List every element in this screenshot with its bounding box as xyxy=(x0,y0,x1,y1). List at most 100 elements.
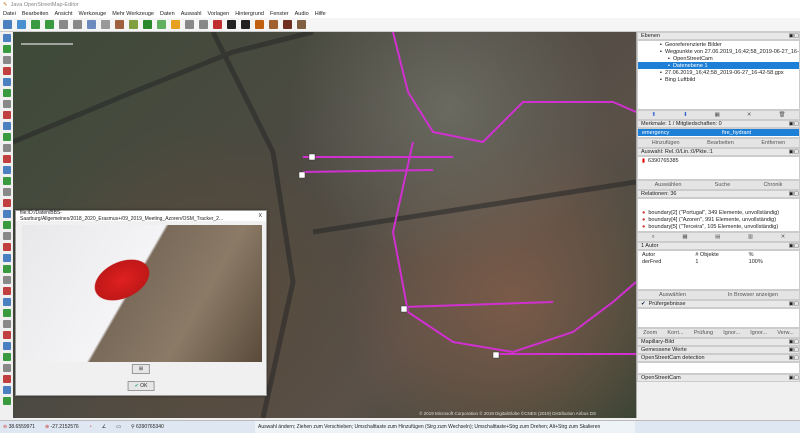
zoom-toggle-button[interactable]: ⊞ xyxy=(131,364,151,374)
menu-item[interactable]: Datei xyxy=(3,11,16,17)
relation-item[interactable]: ● boundary[4] ("Azoren", 991 Elemente, un… xyxy=(638,216,799,223)
toolbar-button-icon[interactable] xyxy=(73,20,82,29)
panel-button[interactable]: Bearbeiten xyxy=(707,140,734,146)
close-icon[interactable]: X xyxy=(259,213,262,219)
toolbar-button-icon[interactable] xyxy=(3,20,12,29)
menu-item[interactable]: Bearbeiten xyxy=(22,11,49,17)
panel-button[interactable]: Auswählen xyxy=(655,182,682,188)
move-down-icon[interactable]: ⬇ xyxy=(683,112,688,118)
tool-icon[interactable] xyxy=(2,177,11,185)
panel-button[interactable]: Korri... xyxy=(667,330,683,336)
imagery-attribution[interactable]: © 2019 Microsoft Corporation © 2019 Digi… xyxy=(419,411,596,416)
menu-item[interactable]: Vorlagen xyxy=(207,11,229,17)
toolbar-button-icon[interactable] xyxy=(241,20,250,29)
collapsed-panel-header[interactable]: OpenStreetCam ▣▢ xyxy=(637,374,800,382)
tags-panel-header[interactable]: Merkmale: 1 / Mitgliedschaften: 0 ▣▢ xyxy=(637,120,800,128)
collapsed-panel-header[interactable]: Mapillary-Bild ▣▢ xyxy=(637,338,800,346)
toolbar-button-icon[interactable] xyxy=(255,20,264,29)
merge-icon[interactable]: ▦ xyxy=(715,112,720,118)
menu-item[interactable]: Ansicht xyxy=(54,11,72,17)
tool-icon[interactable] xyxy=(2,56,11,64)
panel-button[interactable]: Suche xyxy=(715,182,731,188)
validator-panel-header[interactable]: ✔ Prüfergebnisse ▣▢ xyxy=(637,300,800,308)
tool-icon[interactable] xyxy=(2,397,11,405)
photo-marker[interactable] xyxy=(298,171,306,179)
toolbar-button-icon[interactable] xyxy=(129,20,138,29)
tool-icon[interactable] xyxy=(2,166,11,174)
tool-icon[interactable] xyxy=(2,353,11,361)
layers-panel-header[interactable]: Ebenen ▣▢ xyxy=(637,32,800,40)
photo-marker[interactable] xyxy=(400,305,408,313)
tool-icon[interactable] xyxy=(2,133,11,141)
panel-button[interactable]: Chronik xyxy=(763,182,782,188)
tool-icon[interactable] xyxy=(2,78,11,86)
tag-row[interactable]: emergency fire_hydrant xyxy=(638,129,799,136)
relation-item[interactable]: ● boundary[5] ("Terceira", 105 Elemente, … xyxy=(638,223,799,230)
panel-button[interactable]: Entfernen xyxy=(761,140,785,146)
toolbar-button-icon[interactable] xyxy=(185,20,194,29)
layer-item[interactable]: ▪ OpenStreetCam xyxy=(638,55,799,62)
tool-icon[interactable] xyxy=(2,375,11,383)
authors-panel-header[interactable]: 1 Autor ▣▢ xyxy=(637,242,800,250)
toolbar-button-icon[interactable] xyxy=(227,20,236,29)
panel-button[interactable]: Auswählen xyxy=(659,292,686,298)
visibility-icon[interactable]: ✕ xyxy=(747,112,752,118)
menu-item[interactable]: Werkzeuge xyxy=(79,11,107,17)
tool-icon[interactable] xyxy=(2,221,11,229)
toolbar-button-icon[interactable] xyxy=(283,20,292,29)
move-up-icon[interactable]: ⬆ xyxy=(651,112,656,118)
tool-icon[interactable] xyxy=(2,386,11,394)
selection-panel-header[interactable]: Auswahl: Rel.:0/Lin.:0/Pkte.:1 ▣▢ xyxy=(637,148,800,156)
tool-icon[interactable] xyxy=(2,188,11,196)
menu-item[interactable]: Daten xyxy=(160,11,175,17)
panel-controls[interactable]: ▣▢ xyxy=(789,375,799,381)
tool-icon[interactable] xyxy=(2,111,11,119)
toolbar-button-icon[interactable] xyxy=(171,20,180,29)
relation-item[interactable]: ● boundary[2] ("Portugal", 349 Elemente, … xyxy=(638,209,799,216)
toolbar-button-icon[interactable] xyxy=(213,20,222,29)
tool-icon[interactable] xyxy=(2,67,11,75)
menu-item[interactable]: Auswahl xyxy=(181,11,202,17)
tool-icon[interactable] xyxy=(2,342,11,350)
photo-marker[interactable] xyxy=(308,153,316,161)
toolbar-button-icon[interactable] xyxy=(297,20,306,29)
layer-item[interactable]: ▪ Wegpunkte von 27.06.2019_16;42;58_2019-… xyxy=(638,48,799,55)
layer-item[interactable]: ▪ Georeferenzierte Bilder xyxy=(638,41,799,48)
panel-button[interactable]: Ignor... xyxy=(750,330,767,336)
panel-button[interactable]: Prüfung xyxy=(694,330,713,336)
photo-marker[interactable] xyxy=(492,351,500,359)
menu-item[interactable]: Audio xyxy=(295,11,309,17)
tool-icon[interactable] xyxy=(2,243,11,251)
ok-button[interactable]: ✔ OK xyxy=(127,381,155,391)
collapsed-panel-header[interactable]: Gemessene Werte ▣▢ xyxy=(637,346,800,354)
tool-icon[interactable] xyxy=(2,122,11,130)
layer-item[interactable]: ▪ 27.06.2019_16;42;58_2019-06-27_16-42-58… xyxy=(638,69,799,76)
toolbar-button-icon[interactable] xyxy=(87,20,96,29)
tool-icon[interactable] xyxy=(2,331,11,339)
toolbar-button-icon[interactable] xyxy=(31,20,40,29)
tool-icon[interactable] xyxy=(2,320,11,328)
tool-icon[interactable] xyxy=(2,276,11,284)
menu-item[interactable]: Fenster xyxy=(270,11,289,17)
author-row[interactable]: derFred 1 100% xyxy=(638,258,799,265)
toolbar-button-icon[interactable] xyxy=(199,20,208,29)
menu-item[interactable]: Mehr Werkzeuge xyxy=(112,11,154,17)
relations-panel-header[interactable]: Relationen: 36 ▣▢ xyxy=(637,190,800,198)
tool-icon[interactable] xyxy=(2,210,11,218)
tool-icon[interactable] xyxy=(2,89,11,97)
panel-controls[interactable]: ▣▢ xyxy=(789,347,799,353)
panel-button[interactable]: In Browser anzeigen xyxy=(728,292,778,298)
panel-controls[interactable]: ▣▢ xyxy=(789,355,799,361)
collapsed-panel-header[interactable]: OpenStreetCam detection ▣▢ xyxy=(637,354,800,362)
panel-button[interactable]: Hinzufügen xyxy=(652,140,680,146)
toolbar-button-icon[interactable] xyxy=(157,20,166,29)
toolbar-button-icon[interactable] xyxy=(17,20,26,29)
panel-controls[interactable]: ▣▢ xyxy=(789,339,799,345)
tool-icon[interactable] xyxy=(2,298,11,306)
tool-icon[interactable] xyxy=(2,199,11,207)
selection-item[interactable]: ▮ 6390765385 xyxy=(638,157,799,164)
toolbar-button-icon[interactable] xyxy=(45,20,54,29)
tool-icon[interactable] xyxy=(2,287,11,295)
panel-button[interactable]: Ignor... xyxy=(723,330,740,336)
tool-icon[interactable] xyxy=(2,155,11,163)
